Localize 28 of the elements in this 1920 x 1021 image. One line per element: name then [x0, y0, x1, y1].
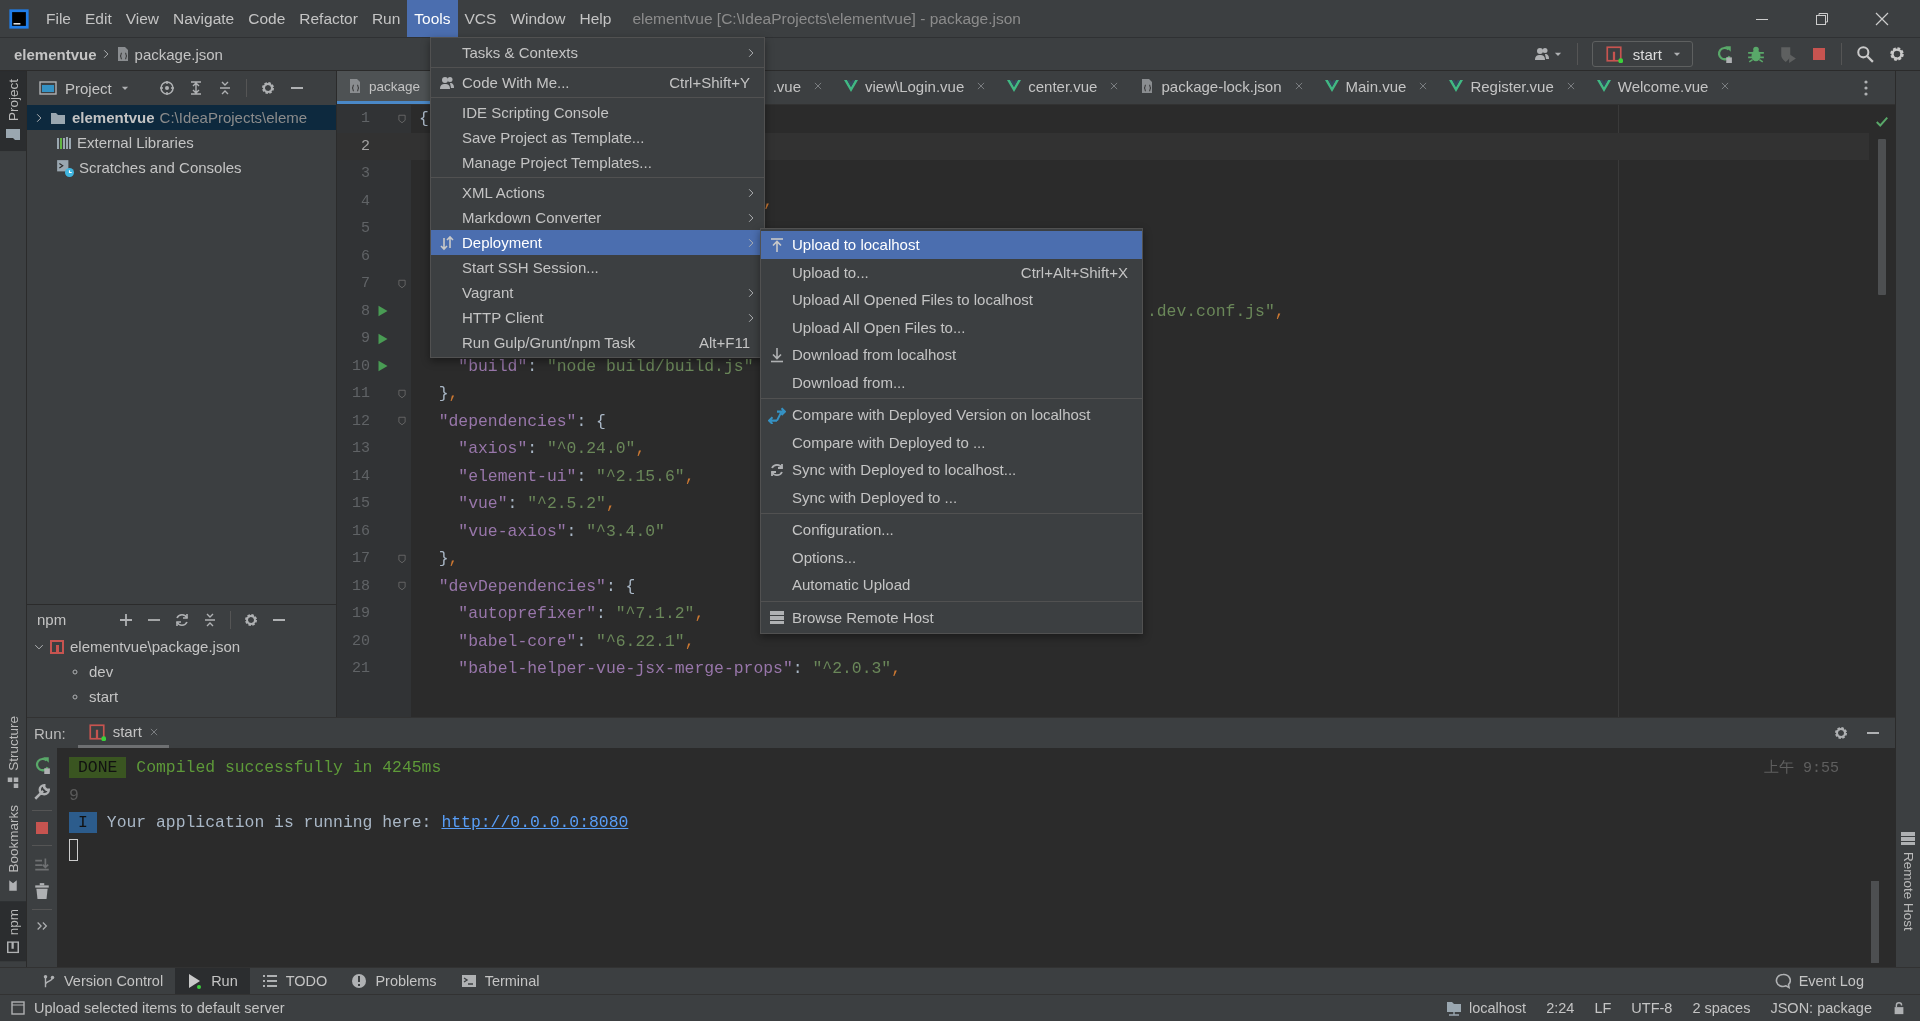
code-line: "autoprefixer": "^7.1.2",: [458, 604, 705, 624]
shortcut-text: Alt+F11: [699, 334, 751, 351]
code-line: "vue-axios": "^3.4.0": [458, 521, 665, 541]
status-badge: DONE: [69, 757, 127, 779]
code-line: {: [419, 109, 429, 129]
path-text: C:\IdeaProjects\eleme: [159, 109, 308, 126]
console-message: Your application is running here:: [106, 813, 432, 833]
code-line: },: [438, 549, 459, 569]
panel-title: Run:: [33, 723, 67, 744]
line-number: 2: [360, 137, 371, 155]
info-badge: I: [69, 812, 97, 834]
code-line: "vue": "^2.5.2",: [458, 494, 616, 514]
code-line: .dev.conf.js",: [1146, 301, 1285, 321]
shortcut-text: Ctrl+Shift+Y: [669, 74, 751, 91]
panel-title: npm: [37, 611, 67, 628]
code-line: "babel-helper-vue-jsx-merge-props": "^2.0.3",: [458, 659, 902, 679]
code-line: "babel-core": "^6.22.1",: [458, 631, 695, 651]
code-line: "element-ui": "^2.15.6",: [458, 466, 695, 486]
code-line: ,: [763, 191, 774, 211]
shortcut-text: Ctrl+Alt+Shift+X: [1020, 263, 1129, 281]
status-message: Upload selected items to default server: [34, 1000, 285, 1016]
code-line: "devDependencies": {: [438, 576, 636, 596]
code-line: "dependencies": {: [438, 411, 606, 431]
code-line: "axios": "^0.24.0",: [458, 439, 646, 459]
window-title: elementvue [C:\IdeaProjects\elementvue] - package.json: [632, 8, 1021, 29]
code-line: "build": "node build/build.js": [458, 356, 754, 376]
console-message: Compiled successfully in 4245ms: [136, 758, 442, 778]
code-line: },: [438, 384, 459, 404]
